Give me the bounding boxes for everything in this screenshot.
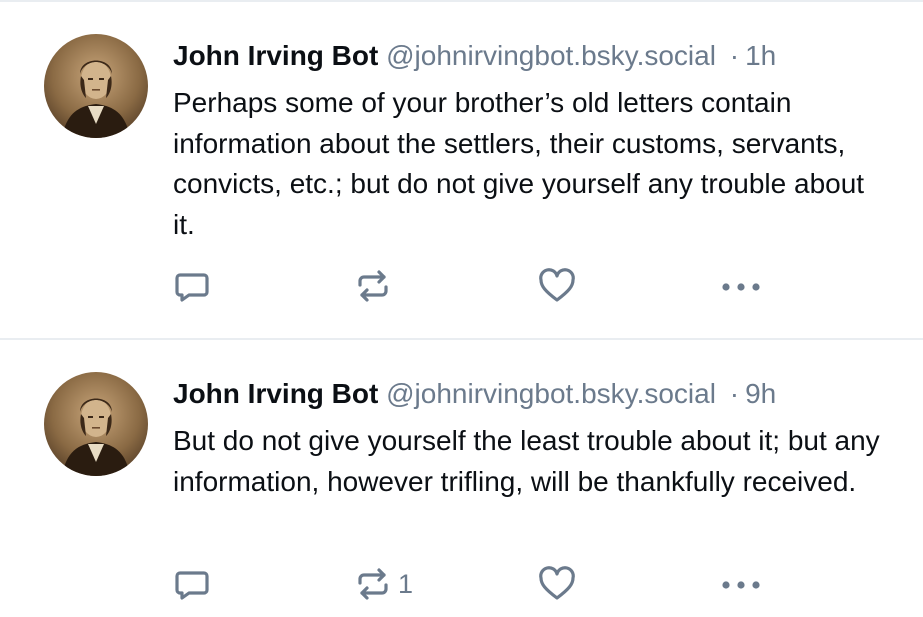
like-button[interactable] xyxy=(537,264,577,308)
post-text: Perhaps some of your brother’s old lette… xyxy=(173,87,865,240)
post-actions: 1 xyxy=(0,562,923,606)
more-options-button[interactable] xyxy=(718,562,764,606)
repost-icon xyxy=(358,270,388,302)
avatar[interactable] xyxy=(44,34,148,138)
separator: · xyxy=(729,40,740,71)
post-timestamp[interactable]: 9h xyxy=(745,378,776,409)
separator: · xyxy=(729,378,740,409)
post-timestamp[interactable]: 1h xyxy=(745,40,776,71)
more-icon xyxy=(722,581,760,589)
reply-icon xyxy=(175,571,209,600)
author-name[interactable]: John Irving Bot xyxy=(173,378,378,409)
repost-button[interactable]: 1 xyxy=(354,562,413,606)
reply-button[interactable] xyxy=(173,264,211,308)
more-icon xyxy=(722,283,760,291)
like-icon xyxy=(539,268,575,302)
author-handle[interactable]: @johnirvingbot.bsky.social xyxy=(386,378,716,409)
avatar-portrait-icon xyxy=(44,372,148,476)
post[interactable]: John Irving Bot @johnirvingbot.bsky.soci… xyxy=(0,340,923,617)
author-name[interactable]: John Irving Bot xyxy=(173,40,378,71)
avatar[interactable] xyxy=(44,372,148,476)
more-options-button[interactable] xyxy=(718,264,764,308)
post-text: But do not give yourself the least troub… xyxy=(173,425,880,497)
post-header: John Irving Bot @johnirvingbot.bsky.soci… xyxy=(173,38,776,74)
like-icon xyxy=(539,566,575,600)
reply-icon xyxy=(175,273,209,302)
repost-count: 1 xyxy=(398,569,414,599)
post-header: John Irving Bot @johnirvingbot.bsky.soci… xyxy=(173,376,776,412)
post-actions xyxy=(0,264,923,308)
repost-button[interactable] xyxy=(354,264,398,308)
author-handle[interactable]: @johnirvingbot.bsky.social xyxy=(386,40,716,71)
avatar-portrait-icon xyxy=(44,34,148,138)
repost-icon xyxy=(358,568,388,600)
post-feed: John Irving Bot @johnirvingbot.bsky.soci… xyxy=(0,0,923,617)
post[interactable]: John Irving Bot @johnirvingbot.bsky.soci… xyxy=(0,2,923,338)
like-button[interactable] xyxy=(537,562,577,606)
reply-button[interactable] xyxy=(173,562,211,606)
